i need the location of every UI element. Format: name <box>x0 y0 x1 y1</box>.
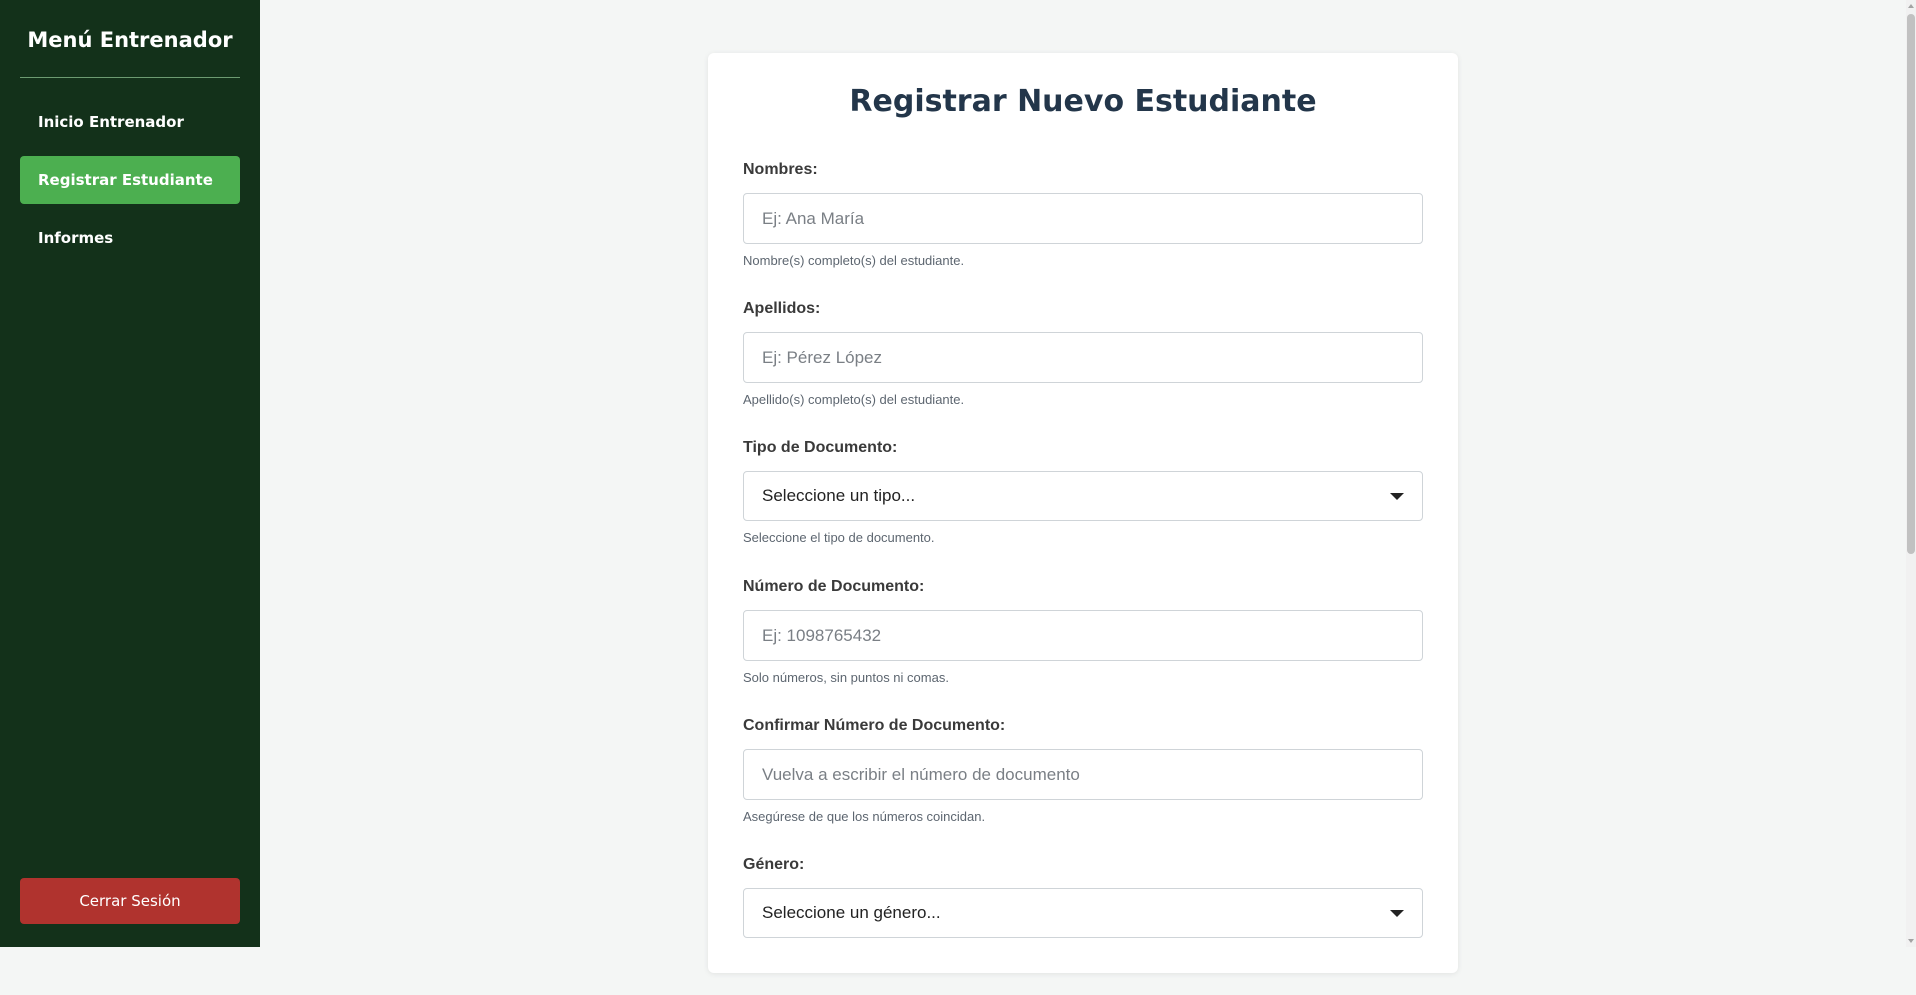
chevron-down-icon <box>1390 493 1404 500</box>
genero-select[interactable]: Seleccione un género... <box>743 888 1423 938</box>
field-genero: Género: Seleccione un género... <box>743 856 1423 995</box>
sidebar-item-registrar-estudiante[interactable]: Registrar Estudiante <box>20 156 240 204</box>
numero-documento-label: Número de Documento: <box>743 578 925 595</box>
tipo-documento-select[interactable]: Seleccione un tipo... <box>743 471 1423 521</box>
apellidos-label: Apellidos: <box>743 300 821 317</box>
confirmar-documento-label: Confirmar Número de Documento: <box>743 717 1006 734</box>
sidebar-item-informes[interactable]: Informes <box>20 214 240 262</box>
field-nombres: Nombres: Nombre(s) completo(s) del estud… <box>743 161 1423 300</box>
confirmar-documento-input[interactable] <box>743 749 1423 800</box>
numero-documento-input[interactable] <box>743 610 1423 661</box>
sidebar-title: Menú Entrenador <box>27 28 233 52</box>
logout-button[interactable]: Cerrar Sesión <box>20 878 240 924</box>
tipo-documento-label: Tipo de Documento: <box>743 439 898 456</box>
field-tipo-documento: Tipo de Documento: Seleccione un tipo...… <box>743 439 1423 578</box>
main-content: Registrar Nuevo Estudiante Nombres: Nomb… <box>260 0 1906 973</box>
sidebar: Menú Entrenador Inicio Entrenador Regist… <box>0 0 260 947</box>
sidebar-divider <box>20 77 240 78</box>
nombres-input[interactable] <box>743 193 1423 244</box>
genero-label: Género: <box>743 856 805 873</box>
field-confirmar-documento: Confirmar Número de Documento: Asegúrese… <box>743 717 1423 856</box>
chevron-down-icon <box>1390 910 1404 917</box>
scroll-up-arrow-icon[interactable] <box>1908 4 1914 8</box>
field-apellidos: Apellidos: Apellido(s) completo(s) del e… <box>743 300 1423 439</box>
sidebar-nav: Inicio Entrenador Registrar Estudiante I… <box>0 98 260 262</box>
tipo-documento-selected: Seleccione un tipo... <box>762 486 916 505</box>
register-student-form: Registrar Nuevo Estudiante Nombres: Nomb… <box>708 53 1458 973</box>
apellidos-help: Apellido(s) completo(s) del estudiante. <box>743 392 965 407</box>
nombres-label: Nombres: <box>743 161 818 178</box>
field-numero-documento: Número de Documento: Solo números, sin p… <box>743 578 1423 717</box>
page-title: Registrar Nuevo Estudiante <box>849 84 1317 119</box>
tipo-documento-help: Seleccione el tipo de documento. <box>743 530 935 545</box>
page-scrollbar[interactable] <box>1906 0 1916 947</box>
confirmar-documento-help: Asegúrese de que los números coincidan. <box>743 809 986 824</box>
scrollbar-thumb[interactable] <box>1907 14 1915 554</box>
apellidos-input[interactable] <box>743 332 1423 383</box>
sidebar-item-inicio-entrenador[interactable]: Inicio Entrenador <box>20 98 240 146</box>
nombres-help: Nombre(s) completo(s) del estudiante. <box>743 253 965 268</box>
scroll-down-arrow-icon[interactable] <box>1908 939 1914 943</box>
genero-selected: Seleccione un género... <box>762 903 941 922</box>
numero-documento-help: Solo números, sin puntos ni comas. <box>743 670 949 685</box>
